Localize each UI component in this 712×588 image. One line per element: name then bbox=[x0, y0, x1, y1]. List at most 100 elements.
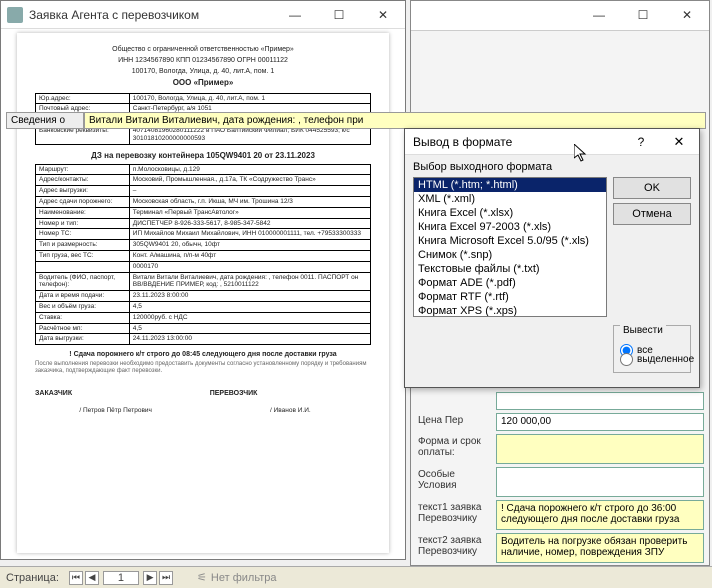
close-button[interactable]: ✕ bbox=[361, 1, 405, 29]
sig-customer-name: / Петров Пётр Петрович bbox=[35, 407, 196, 414]
table-cell: Тип груза, вес ТС: bbox=[36, 251, 130, 262]
doc-note: ! Сдача порожнего к/т строго до 08:45 сл… bbox=[35, 351, 371, 358]
field-value[interactable] bbox=[496, 392, 704, 410]
table-cell: ИП Михайлов Михаил Михайлович, ИНН 01000… bbox=[129, 229, 370, 240]
table-cell: Московий, Промышленная., д.17а, ТК «Содр… bbox=[129, 175, 370, 186]
nav-first-button[interactable]: ⏮ bbox=[69, 571, 83, 585]
field-label: Форма и срок оплаты: bbox=[418, 434, 496, 458]
sig-carrier-name: / Иванов И.И. bbox=[210, 407, 371, 414]
format-option[interactable]: Книга Microsoft Excel 5.0/95 (*.xls) bbox=[414, 234, 606, 248]
doc-smallprint: После выполнения перевозки необходимо пр… bbox=[35, 361, 371, 375]
format-option[interactable]: HTML (*.htm; *.html) bbox=[414, 178, 606, 192]
format-option[interactable]: XML (*.xml) bbox=[414, 192, 606, 206]
right-close-button[interactable]: ✕ bbox=[665, 1, 709, 29]
radio-selected[interactable]: выделенное bbox=[620, 353, 684, 366]
table-cell bbox=[36, 261, 130, 272]
table-cell: 305QW9401 20, обычн, 10фт bbox=[129, 240, 370, 251]
sig-carrier: ПЕРЕВОЗЧИК bbox=[210, 390, 371, 397]
nav-last-button[interactable]: ⏭ bbox=[159, 571, 173, 585]
doc-reg: ИНН 1234567890 КПП 01234567890 ОГРН 0001… bbox=[35, 56, 371, 65]
titlebar: Заявка Агента с перевозчиком — ☐ ✕ bbox=[1, 1, 405, 29]
doc-org: Общество с ограниченной ответственностью… bbox=[35, 45, 371, 54]
table-cell: Номер и тип: bbox=[36, 218, 130, 229]
dialog-label: Выбор выходного формата bbox=[405, 155, 699, 175]
right-maximize-button[interactable]: ☐ bbox=[621, 1, 665, 29]
format-listbox[interactable]: HTML (*.htm; *.html)XML (*.xml)Книга Exc… bbox=[413, 177, 607, 317]
preview-window: Заявка Агента с перевозчиком — ☐ ✕ Общес… bbox=[0, 0, 406, 560]
field-value[interactable]: Водитель на погрузке обязан проверить на… bbox=[496, 533, 704, 563]
maximize-button[interactable]: ☐ bbox=[317, 1, 361, 29]
field-value[interactable]: 120 000,00 bbox=[496, 413, 704, 431]
table-cell: 120000руб. с НДС bbox=[129, 312, 370, 323]
format-option[interactable]: Формат XPS (*.xps) bbox=[414, 304, 606, 317]
right-titlebar: — ☐ ✕ bbox=[411, 1, 709, 31]
table-cell: Маршрут: bbox=[36, 164, 130, 175]
field-label bbox=[418, 392, 496, 394]
cancel-button[interactable]: Отмена bbox=[613, 203, 691, 225]
table-cell: Адрес сдачи порожнего: bbox=[36, 197, 130, 208]
status-bar: Страница: ⏮ ◀ 1 ▶ ⏭ ⚟ Нет фильтра bbox=[0, 566, 712, 588]
format-option[interactable]: Книга Excel 97-2003 (*.xls) bbox=[414, 220, 606, 234]
sig-customer: ЗАКАЗЧИК bbox=[35, 390, 196, 397]
output-group: Вывести все выделенное bbox=[613, 325, 691, 373]
window-title: Заявка Агента с перевозчиком bbox=[29, 8, 273, 22]
field-label: текст1 заявка Перевозчику bbox=[418, 500, 496, 524]
radio-selected-input[interactable] bbox=[620, 353, 633, 366]
dialog-close-button[interactable]: ✕ bbox=[659, 134, 699, 150]
filter-icon: ⚟ bbox=[197, 571, 207, 584]
page-label: Страница: bbox=[0, 572, 65, 584]
form-row: текст1 заявка Перевозчику! Сдача порожне… bbox=[418, 500, 704, 530]
form-row: Форма и срок оплаты: bbox=[418, 434, 704, 464]
table-cell: Ставка: bbox=[36, 312, 130, 323]
field-value[interactable]: ! Сдача порожнего к/т строго до 36:00 сл… bbox=[496, 500, 704, 530]
nav-next-button[interactable]: ▶ bbox=[143, 571, 157, 585]
table-cell: Дата и время подачи: bbox=[36, 291, 130, 302]
table-cell: 100170, Вологда, Улица, д. 40, лит.А, по… bbox=[129, 93, 370, 104]
field-label: Особые Условия bbox=[418, 467, 496, 491]
table-cell: Тип и размерность: bbox=[36, 240, 130, 251]
format-option[interactable]: Книга Excel (*.xlsx) bbox=[414, 206, 606, 220]
minimize-button[interactable]: — bbox=[273, 1, 317, 29]
format-option[interactable]: Формат RTF (*.rtf) bbox=[414, 290, 606, 304]
output-group-title: Вывести bbox=[620, 325, 666, 336]
field-label: Цена Пер bbox=[418, 413, 496, 426]
table-cell: Номер ТС: bbox=[36, 229, 130, 240]
table-cell: Водитель (ФИО, паспорт, телефон): bbox=[36, 272, 130, 291]
form-row: Особые Условия bbox=[418, 467, 704, 497]
page-value: 1 bbox=[103, 571, 139, 585]
dialog-help-button[interactable]: ? bbox=[623, 135, 659, 149]
doc-table-main: Маршрут:п.Молосковицы, д.129Адрес/контак… bbox=[35, 164, 371, 346]
dialog-title: Вывод в формате bbox=[405, 135, 623, 149]
format-option[interactable]: Формат ADE (*.pdf) bbox=[414, 276, 606, 290]
right-minimize-button[interactable]: — bbox=[577, 1, 621, 29]
table-cell: – bbox=[129, 186, 370, 197]
form-row bbox=[418, 392, 704, 410]
doc-addr: 100170, Вологда, Улица, д. 40, лит.А, по… bbox=[35, 67, 371, 76]
table-cell: п.Молосковицы, д.129 bbox=[129, 164, 370, 175]
form-row: Цена Пер120 000,00 bbox=[418, 413, 704, 431]
table-cell: ДИСПЕТЧЕР 8-926-333-5617, 8-985-347-5842 bbox=[129, 218, 370, 229]
field-value[interactable] bbox=[496, 467, 704, 497]
format-option[interactable]: Снимок (*.snp) bbox=[414, 248, 606, 262]
field-label: текст2 заявка Перевозчику bbox=[418, 533, 496, 557]
form-row: текст2 заявка ПеревозчикуВодитель на пог… bbox=[418, 533, 704, 563]
table-cell: Дата выгрузки: bbox=[36, 334, 130, 345]
document-preview: Общество с ограниченной ответственностью… bbox=[17, 33, 389, 553]
format-option[interactable]: Текстовые файлы (*.txt) bbox=[414, 262, 606, 276]
ok-button[interactable]: OK bbox=[613, 177, 691, 199]
form-rows: Цена Пер120 000,00Форма и срок оплаты:Ос… bbox=[418, 392, 704, 582]
field-value[interactable] bbox=[496, 434, 704, 464]
table-cell: Витали Витали Виталиевич, дата рождения:… bbox=[129, 272, 370, 291]
table-cell: Наименование: bbox=[36, 207, 130, 218]
table-cell: Юр.адрес: bbox=[36, 93, 130, 104]
table-cell: Адрес выгрузки: bbox=[36, 186, 130, 197]
svedenia-row: Сведения о Витали Витали Виталиевич, дат… bbox=[6, 112, 706, 129]
table-cell: 4,5 bbox=[129, 323, 370, 334]
table-cell: 23.11.2023 8:00:00 bbox=[129, 291, 370, 302]
dialog-titlebar: Вывод в формате ? ✕ bbox=[405, 129, 699, 155]
svedenia-value[interactable]: Витали Витали Виталиевич, дата рождения:… bbox=[84, 112, 706, 129]
nav-prev-button[interactable]: ◀ bbox=[85, 571, 99, 585]
export-format-dialog: Вывод в формате ? ✕ Выбор выходного форм… bbox=[404, 128, 700, 388]
table-cell: 4,5 bbox=[129, 302, 370, 313]
table-cell: Терминал «Первый ТрансАвтолог» bbox=[129, 207, 370, 218]
